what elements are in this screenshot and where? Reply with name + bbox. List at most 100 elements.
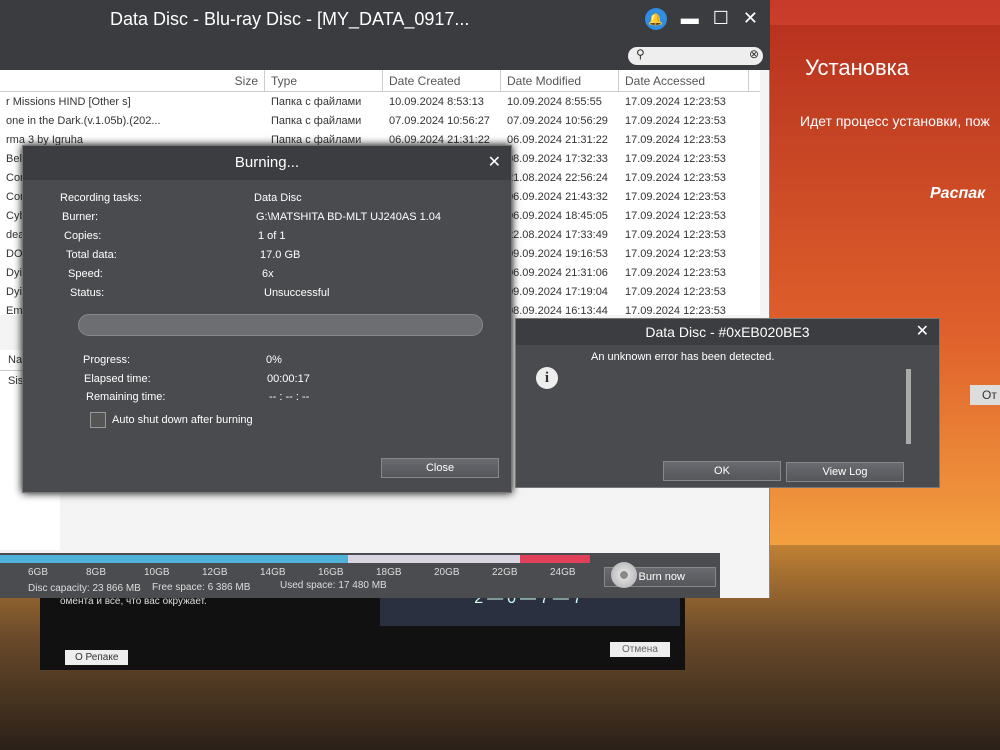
burning-title: Burning... [234, 154, 300, 171]
field-value: G:\MATSHITA BD-MLT UJ240AS 1.04 [256, 211, 442, 223]
field-label: Recording tasks: [60, 192, 142, 204]
cell-accessed: 17.09.2024 12:23:53 [625, 190, 726, 203]
burn-now-button[interactable]: Burn now [604, 562, 716, 588]
capacity-tick: 20GB [434, 567, 460, 578]
field-label: Speed: [68, 268, 103, 280]
cell-modified: 08.09.2024 17:32:33 [507, 152, 608, 165]
checkbox-icon[interactable] [90, 412, 106, 428]
cell-name: r Missions HIND [Other s] [6, 95, 131, 108]
cell-accessed: 17.09.2024 12:23:53 [625, 171, 726, 184]
ok-button[interactable]: OK [663, 461, 781, 481]
field-label: Total data: [66, 249, 117, 261]
cell-modified: 06.09.2024 21:43:32 [507, 190, 608, 203]
field-value: Unsuccessful [264, 287, 330, 299]
free-space: Free space: 6 386 MB [152, 582, 251, 593]
field-value: 6x [262, 268, 274, 280]
capacity-tick: 14GB [260, 567, 286, 578]
view-log-button[interactable]: View Log [786, 462, 904, 482]
field-label: Copies: [64, 230, 102, 242]
used-space: Used space: 17 480 MB [280, 580, 387, 591]
capacity-tick: 18GB [376, 567, 402, 578]
installer-button[interactable]: От [970, 385, 1000, 405]
remaining-value: -- : -- : -- [269, 391, 310, 403]
cell-created: 07.09.2024 10:56:27 [389, 114, 490, 127]
cancel-install-button[interactable]: Отмена [610, 642, 670, 657]
maximize-icon[interactable]: ☐ [713, 8, 729, 30]
bell-icon[interactable]: 🔔 [644, 8, 667, 30]
cell-modified: 21.08.2024 22:56:24 [507, 171, 608, 184]
search-input[interactable]: ⚲ ⊗ [628, 47, 763, 65]
disc-icon [611, 562, 637, 588]
column-type[interactable]: Type [265, 70, 383, 91]
cell-modified: 22.08.2024 17:33:49 [507, 228, 608, 241]
cell-type: Папка с файлами [271, 133, 362, 146]
field-value: 17.0 GB [260, 249, 301, 261]
progress-bar [78, 314, 483, 336]
cell-modified: 06.09.2024 18:45:05 [507, 209, 608, 222]
capacity-bar: 6GB 8GB 10GB 12GB 14GB 16GB 18GB 20GB 22GB 24GB D… [0, 553, 720, 598]
progress-label: Progress: [83, 354, 131, 366]
title-bar: Data Disc - Blu-ray Disc - [MY_DATA_0917… [0, 0, 770, 42]
table-row[interactable]: r Missions HIND [Other s] Папка с файлами… [0, 92, 760, 111]
table-row[interactable]: one in the Dark.(v.1.05b).(202... Папка с… [0, 111, 760, 130]
disc-capacity: Disc capacity: 23 866 MB [28, 583, 141, 594]
clear-icon[interactable]: ⊗ [749, 47, 759, 61]
cell-created: 06.09.2024 21:31:22 [389, 133, 490, 146]
cell-accessed: 17.09.2024 12:23:53 [625, 152, 726, 165]
cell-modified: 06.09.2024 21:31:22 [507, 133, 608, 146]
cell-accessed: 17.09.2024 12:23:53 [625, 266, 726, 279]
installer-unpack: Распак [930, 185, 986, 202]
elapsed-value: 00:00:17 [267, 373, 310, 385]
close-icon[interactable]: ✕ [916, 319, 929, 345]
info-icon: i [536, 367, 558, 389]
error-message: An unknown error has been detected. [591, 351, 775, 363]
field-value: 1 of 1 [258, 230, 286, 242]
installer-title: Установка [805, 55, 909, 80]
cell-modified: 10.09.2024 8:55:55 [507, 95, 602, 108]
elapsed-label: Elapsed time: [84, 373, 151, 385]
capacity-tick: 12GB [202, 567, 228, 578]
cell-created: 10.09.2024 8:53:13 [389, 95, 484, 108]
cell-type: Папка с файлами [271, 95, 362, 108]
column-date-created[interactable]: Date Created [383, 70, 501, 91]
capacity-tick: 8GB [86, 567, 107, 578]
capacity-tick: 22GB [492, 567, 518, 578]
column-size[interactable]: Size [0, 70, 265, 91]
burning-dialog: Burning... ✕ Recording tasks: Data Disc Bur… [22, 145, 512, 493]
scrollbar[interactable] [906, 369, 911, 444]
cell-type: Папка с файлами [271, 114, 362, 127]
field-value: Data Disc [254, 192, 302, 204]
capacity-tick: 10GB [144, 567, 170, 578]
column-date-accessed[interactable]: Date Accessed [619, 70, 749, 91]
capacity-tick: 6GB [28, 567, 49, 578]
cell-accessed: 17.09.2024 12:23:53 [625, 133, 726, 146]
window-title: Data Disc - Blu-ray Disc - [MY_DATA_0917… [110, 9, 470, 29]
cell-accessed: 17.09.2024 12:23:53 [625, 114, 726, 127]
cell-accessed: 17.09.2024 12:23:53 [625, 247, 726, 260]
cell-modified: 08.09.2024 16:13:44 [507, 304, 608, 317]
cell-accessed: 17.09.2024 12:23:53 [625, 209, 726, 222]
cell-accessed: 17.09.2024 12:23:53 [625, 304, 726, 317]
repack-panel: омента и все, что вас окружает. 2—0—7—7 … [40, 590, 685, 670]
capacity-tick: 16GB [318, 567, 344, 578]
error-title: Data Disc - #0xEB020BE3 [645, 324, 810, 340]
cell-accessed: 17.09.2024 12:23:53 [625, 228, 726, 241]
progress-value: 0% [266, 354, 282, 366]
auto-shutdown-checkbox[interactable]: Auto shut down after burning [90, 412, 253, 428]
installer-status: Идет процесс установки, пож [800, 113, 990, 129]
used-segment [0, 555, 348, 563]
cell-name: rma 3 by Igruha [6, 133, 84, 146]
cell-name: one in the Dark.(v.1.05b).(202... [6, 114, 161, 127]
close-icon[interactable]: ✕ [743, 8, 758, 30]
close-icon[interactable]: ✕ [488, 146, 501, 180]
about-repack-button[interactable]: О Репаке [65, 650, 129, 665]
auto-shutdown-label: Auto shut down after burning [112, 414, 253, 426]
minimize-icon[interactable]: ▬ [681, 8, 699, 30]
column-date-modified[interactable]: Date Modified [501, 70, 619, 91]
cell-modified: 09.09.2024 17:19:04 [507, 285, 608, 298]
cell-modified: 09.09.2024 19:16:53 [507, 247, 608, 260]
field-label: Burner: [62, 211, 99, 223]
error-dialog: Data Disc - #0xEB020BE3 ✕ i An unknown er… [515, 318, 940, 488]
remaining-label: Remaining time: [86, 391, 166, 403]
close-button[interactable]: Close [381, 458, 499, 478]
